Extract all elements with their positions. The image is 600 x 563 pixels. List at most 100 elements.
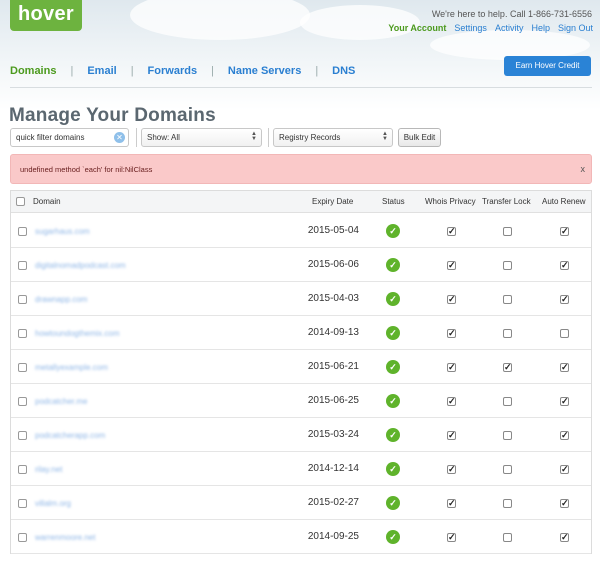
nav-separator: |	[315, 65, 319, 77]
nav-help[interactable]: Help	[531, 23, 550, 33]
auto-renew-checkbox[interactable]: ✓	[560, 295, 569, 304]
nav-activity[interactable]: Activity	[495, 23, 524, 33]
domain-link[interactable]: drawnapp.com	[35, 295, 87, 304]
row-select-checkbox[interactable]	[18, 329, 27, 338]
row-select-checkbox[interactable]	[18, 431, 27, 440]
transfer-lock-checkbox[interactable]	[503, 329, 512, 338]
clear-filter-icon[interactable]: ✕	[114, 132, 125, 143]
domain-link[interactable]: villalm.org	[35, 499, 71, 508]
nav-settings[interactable]: Settings	[454, 23, 487, 33]
domain-link[interactable]: podcatcher.me	[35, 397, 87, 406]
records-select-value: Registry Records	[279, 133, 341, 142]
auto-renew-checkbox[interactable]: ✓	[560, 431, 569, 440]
bulk-edit-button[interactable]: Bulk Edit	[398, 128, 441, 147]
col-whois-privacy[interactable]: Whois Privacy	[425, 191, 476, 213]
table-row: drawnapp.com 2015-04-03 ✓ ✓ ✓	[11, 282, 591, 316]
whois-privacy-checkbox[interactable]: ✓	[447, 533, 456, 542]
auto-renew-checkbox[interactable]: ✓	[560, 499, 569, 508]
select-all-checkbox[interactable]	[16, 197, 25, 206]
status-ok-icon: ✓	[386, 224, 400, 238]
status-ok-icon: ✓	[386, 530, 400, 544]
row-select-checkbox[interactable]	[18, 295, 27, 304]
row-select-checkbox[interactable]	[18, 261, 27, 270]
tab-domains[interactable]: Domains	[10, 65, 56, 77]
row-select-checkbox[interactable]	[18, 397, 27, 406]
domain-link[interactable]: howtoundogthemix.com	[35, 329, 120, 338]
auto-renew-checkbox[interactable]: ✓	[560, 227, 569, 236]
transfer-lock-checkbox[interactable]	[503, 295, 512, 304]
domains-table: Domain Expiry Date Status Whois Privacy …	[10, 190, 592, 554]
records-select[interactable]: Registry Records ▲ ▼	[273, 128, 393, 147]
domain-link[interactable]: sugarhaus.com	[35, 227, 90, 236]
expiry-date: 2014-12-14	[307, 463, 359, 474]
earn-hover-credit-button[interactable]: Earn Hover Credit	[504, 56, 591, 76]
hover-logo[interactable]: hover	[10, 0, 82, 31]
table-row: podcatcherapp.com 2015-03-24 ✓ ✓ ✓	[11, 418, 591, 452]
col-status[interactable]: Status	[382, 191, 405, 213]
status-ok-icon: ✓	[386, 394, 400, 408]
expiry-date: 2015-04-03	[307, 293, 359, 304]
domain-link[interactable]: podcatcherapp.com	[35, 431, 105, 440]
tab-dns[interactable]: DNS	[332, 65, 355, 77]
col-expiry-date[interactable]: Expiry Date	[312, 191, 353, 213]
transfer-lock-checkbox[interactable]	[503, 431, 512, 440]
expiry-date: 2015-03-24	[307, 429, 359, 440]
table-row: villalm.org 2015-02-27 ✓ ✓ ✓	[11, 486, 591, 520]
col-domain[interactable]: Domain	[33, 191, 61, 213]
transfer-lock-checkbox[interactable]	[503, 465, 512, 474]
col-transfer-lock[interactable]: Transfer Lock	[482, 191, 531, 213]
auto-renew-checkbox[interactable]: ✓	[560, 397, 569, 406]
nav-your-account[interactable]: Your Account	[388, 23, 446, 33]
whois-privacy-checkbox[interactable]: ✓	[447, 431, 456, 440]
whois-privacy-checkbox[interactable]: ✓	[447, 329, 456, 338]
whois-privacy-checkbox[interactable]: ✓	[447, 363, 456, 372]
expiry-date: 2015-05-04	[307, 225, 359, 236]
nav-sign-out[interactable]: Sign Out	[558, 23, 593, 33]
transfer-lock-checkbox[interactable]	[503, 499, 512, 508]
transfer-lock-checkbox[interactable]: ✓	[503, 363, 512, 372]
whois-privacy-checkbox[interactable]: ✓	[447, 295, 456, 304]
whois-privacy-checkbox[interactable]: ✓	[447, 397, 456, 406]
expiry-date: 2015-06-21	[307, 361, 359, 372]
transfer-lock-checkbox[interactable]	[503, 227, 512, 236]
row-select-checkbox[interactable]	[18, 465, 27, 474]
auto-renew-checkbox[interactable]: ✓	[560, 533, 569, 542]
error-text: undefined method `each' for nil:NilClass	[20, 165, 153, 174]
expiry-date: 2014-09-13	[307, 327, 359, 338]
error-message: undefined method `each' for nil:NilClass…	[10, 154, 592, 184]
tab-name-servers[interactable]: Name Servers	[228, 65, 301, 77]
auto-renew-checkbox[interactable]: ✓	[560, 465, 569, 474]
row-select-checkbox[interactable]	[18, 363, 27, 372]
whois-privacy-checkbox[interactable]: ✓	[447, 465, 456, 474]
nav-separator: |	[211, 65, 214, 77]
col-auto-renew[interactable]: Auto Renew	[542, 191, 586, 213]
domain-link[interactable]: metallyexample.com	[35, 363, 108, 372]
transfer-lock-checkbox[interactable]	[503, 533, 512, 542]
expiry-date: 2014-09-25	[307, 531, 359, 542]
domain-link[interactable]: warrenmoore.net	[35, 533, 95, 542]
whois-privacy-checkbox[interactable]: ✓	[447, 261, 456, 270]
page-title: Manage Your Domains	[9, 105, 216, 126]
auto-renew-checkbox[interactable]	[560, 329, 569, 338]
row-select-checkbox[interactable]	[18, 499, 27, 508]
close-error-icon[interactable]: x	[581, 155, 586, 184]
whois-privacy-checkbox[interactable]: ✓	[447, 227, 456, 236]
show-select[interactable]: Show: All ▲ ▼	[141, 128, 262, 147]
domain-link[interactable]: rilay.net	[35, 465, 62, 474]
transfer-lock-checkbox[interactable]	[503, 397, 512, 406]
nav-divider	[10, 87, 592, 88]
auto-renew-checkbox[interactable]: ✓	[560, 363, 569, 372]
status-ok-icon: ✓	[386, 292, 400, 306]
tab-forwards[interactable]: Forwards	[148, 65, 198, 77]
row-select-checkbox[interactable]	[18, 227, 27, 236]
tab-email[interactable]: Email	[87, 65, 116, 77]
row-select-checkbox[interactable]	[18, 533, 27, 542]
table-row: rilay.net 2014-12-14 ✓ ✓ ✓	[11, 452, 591, 486]
expiry-date: 2015-02-27	[307, 497, 359, 508]
quick-filter-input[interactable]: quick filter domains ✕	[10, 128, 129, 147]
auto-renew-checkbox[interactable]: ✓	[560, 261, 569, 270]
whois-privacy-checkbox[interactable]: ✓	[447, 499, 456, 508]
nav-separator: |	[130, 65, 134, 77]
transfer-lock-checkbox[interactable]	[503, 261, 512, 270]
domain-link[interactable]: digitalnomadpodcast.com	[35, 261, 126, 270]
